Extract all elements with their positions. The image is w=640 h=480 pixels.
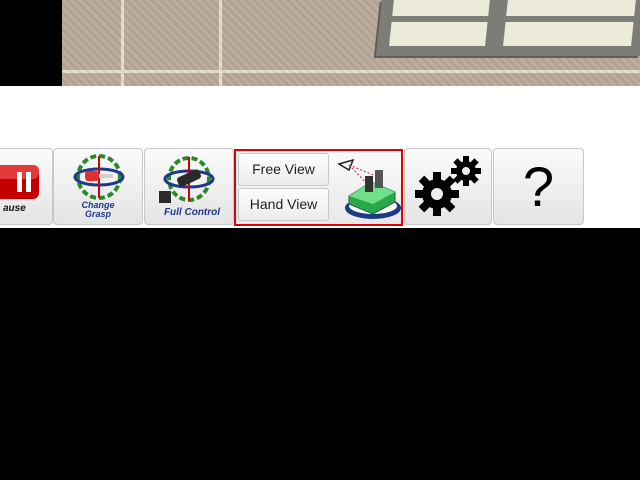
full-control-icon — [159, 156, 215, 203]
full-control-button[interactable]: Full Control — [144, 148, 234, 225]
scene-viewport[interactable] — [0, 0, 640, 86]
change-grasp-button[interactable]: Change Grasp — [53, 148, 143, 225]
robot-camera-icon — [337, 158, 401, 219]
help-button[interactable]: ? — [493, 148, 584, 225]
camera-view-group: Free View Hand View — [234, 149, 403, 226]
pause-label: ause — [3, 203, 26, 214]
free-view-button[interactable]: Free View — [238, 153, 329, 186]
shelf-unit — [376, 0, 640, 56]
settings-button[interactable] — [404, 148, 492, 225]
pause-icon — [0, 165, 39, 199]
change-grasp-label-2: Grasp — [84, 209, 111, 219]
full-control-label: Full Control — [163, 207, 221, 218]
gears-icon — [415, 156, 481, 216]
help-label: ? — [522, 155, 555, 218]
change-grasp-icon — [73, 154, 125, 200]
pause-button[interactable]: ause — [0, 148, 53, 225]
hand-view-button[interactable]: Hand View — [238, 188, 329, 221]
